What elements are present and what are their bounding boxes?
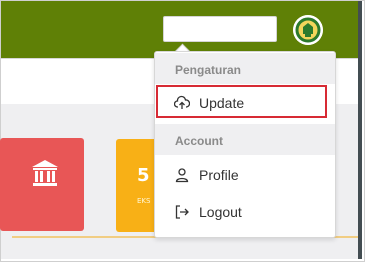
menu-item-profile[interactable]: Profile: [155, 158, 335, 194]
menu-item-logout-label: Logout: [199, 204, 242, 220]
institution-icon: [32, 160, 58, 186]
section-account: Account: [155, 124, 335, 155]
window-edge: [358, 1, 362, 259]
menu-item-logout[interactable]: Logout: [155, 195, 335, 231]
header-search-input[interactable]: [163, 16, 277, 42]
user-avatar[interactable]: [293, 15, 323, 45]
card-count: 5: [137, 165, 150, 186]
logout-icon: [175, 205, 189, 219]
section-settings: Pengaturan: [155, 53, 335, 84]
menu-item-profile-label: Profile: [199, 167, 239, 183]
user-icon: [175, 168, 189, 183]
section-account-label: Account: [175, 134, 223, 148]
section-settings-label: Pengaturan: [175, 63, 242, 77]
card-subtitle: EKS: [137, 197, 151, 205]
user-dropdown-menu: Pengaturan Update Account Profile Logout: [154, 51, 336, 238]
avatar-emblem-icon: [293, 15, 323, 45]
update-highlight-box: [156, 85, 327, 118]
